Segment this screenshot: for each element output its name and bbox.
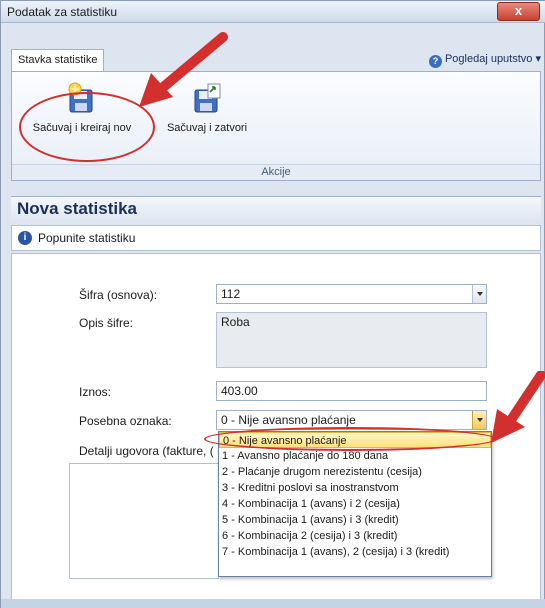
status-bar — [1, 599, 545, 608]
help-info-icon: ? — [428, 55, 442, 68]
save-and-close-label: Sačuvaj i zatvori — [166, 122, 248, 134]
list-item[interactable]: 6 - Kombinacija 2 (cesija) i 3 (kredit) — [219, 528, 491, 544]
save-close-icon — [191, 82, 223, 114]
list-item[interactable]: 2 - Plaćanje drugom nerezistentu (cesija… — [219, 464, 491, 480]
sifra-label: Šifra (osnova): — [79, 288, 158, 302]
opis-field: Roba — [216, 312, 487, 368]
title-bar: Podatak za statistiku x — [1, 1, 545, 23]
list-item[interactable]: 3 - Kreditni poslovi sa inostranstvom — [219, 480, 491, 496]
ribbon-group-label: Akcije — [12, 164, 540, 180]
detalji-label: Detalji ugovora (fakture, ( — [79, 444, 214, 458]
window-title: Podatak za statistiku — [7, 5, 118, 19]
sifra-select[interactable]: 112 — [216, 284, 487, 304]
list-item[interactable]: 4 - Kombinacija 1 (avans) i 2 (cesija) — [219, 496, 491, 512]
oznaka-label: Posebna oznaka: — [79, 414, 172, 428]
close-button[interactable]: x — [497, 2, 540, 21]
iznos-input[interactable]: 403.00 — [216, 381, 487, 401]
iznos-value: 403.00 — [221, 384, 258, 398]
list-item[interactable]: 0 - Nije avansno plaćanje — [219, 432, 491, 448]
iznos-label: Iznos: — [79, 385, 112, 399]
chevron-down-icon[interactable] — [472, 285, 486, 303]
tab-stavka-statistike[interactable]: Stavka statistike — [11, 49, 105, 71]
save-and-close-button[interactable]: Sačuvaj i zatvori — [152, 82, 262, 134]
oznaka-select[interactable]: 0 - Nije avansno plaćanje — [216, 410, 487, 430]
chevron-down-icon: ▾ — [535, 53, 541, 65]
save-and-new-button[interactable]: Sačuvaj i kreiraj nov — [22, 82, 142, 134]
detalji-textarea[interactable] — [69, 463, 219, 579]
oznaka-dropdown-list: 0 - Nije avansno plaćanje 1 - Avansno pl… — [218, 431, 492, 577]
dialog-window: Podatak za statistiku x Stavka statistik… — [0, 0, 545, 608]
list-item[interactable]: 5 - Kombinacija 1 (avans) i 3 (kredit) — [219, 512, 491, 528]
info-bar: i Popunite statistiku — [11, 225, 541, 251]
opis-value: Roba — [221, 315, 250, 329]
info-text: Popunite statistiku — [38, 231, 136, 245]
ribbon-panel: Sačuvaj i kreiraj nov Sačuvaj i zatvori … — [11, 71, 541, 181]
sifra-value: 112 — [221, 287, 241, 301]
ribbon-tabs: Stavka statistike ? Pogledaj uputstvo ▾ — [11, 49, 541, 71]
chevron-down-icon[interactable] — [472, 411, 486, 429]
info-icon: i — [18, 231, 32, 245]
page-title: Nova statistika — [11, 196, 541, 220]
help-link[interactable]: ? Pogledaj uputstvo ▾ — [428, 52, 541, 68]
save-new-icon — [66, 82, 98, 114]
help-label: Pogledaj uputstvo — [444, 53, 533, 65]
list-item[interactable]: 7 - Kombinacija 1 (avans), 2 (cesija) i … — [219, 544, 491, 560]
opis-label: Opis šifre: — [79, 316, 134, 330]
oznaka-value: 0 - Nije avansno plaćanje — [221, 413, 356, 427]
save-and-new-label: Sačuvaj i kreiraj nov — [32, 122, 132, 134]
list-item[interactable]: 1 - Avansno plaćanje do 180 dana — [219, 448, 491, 464]
